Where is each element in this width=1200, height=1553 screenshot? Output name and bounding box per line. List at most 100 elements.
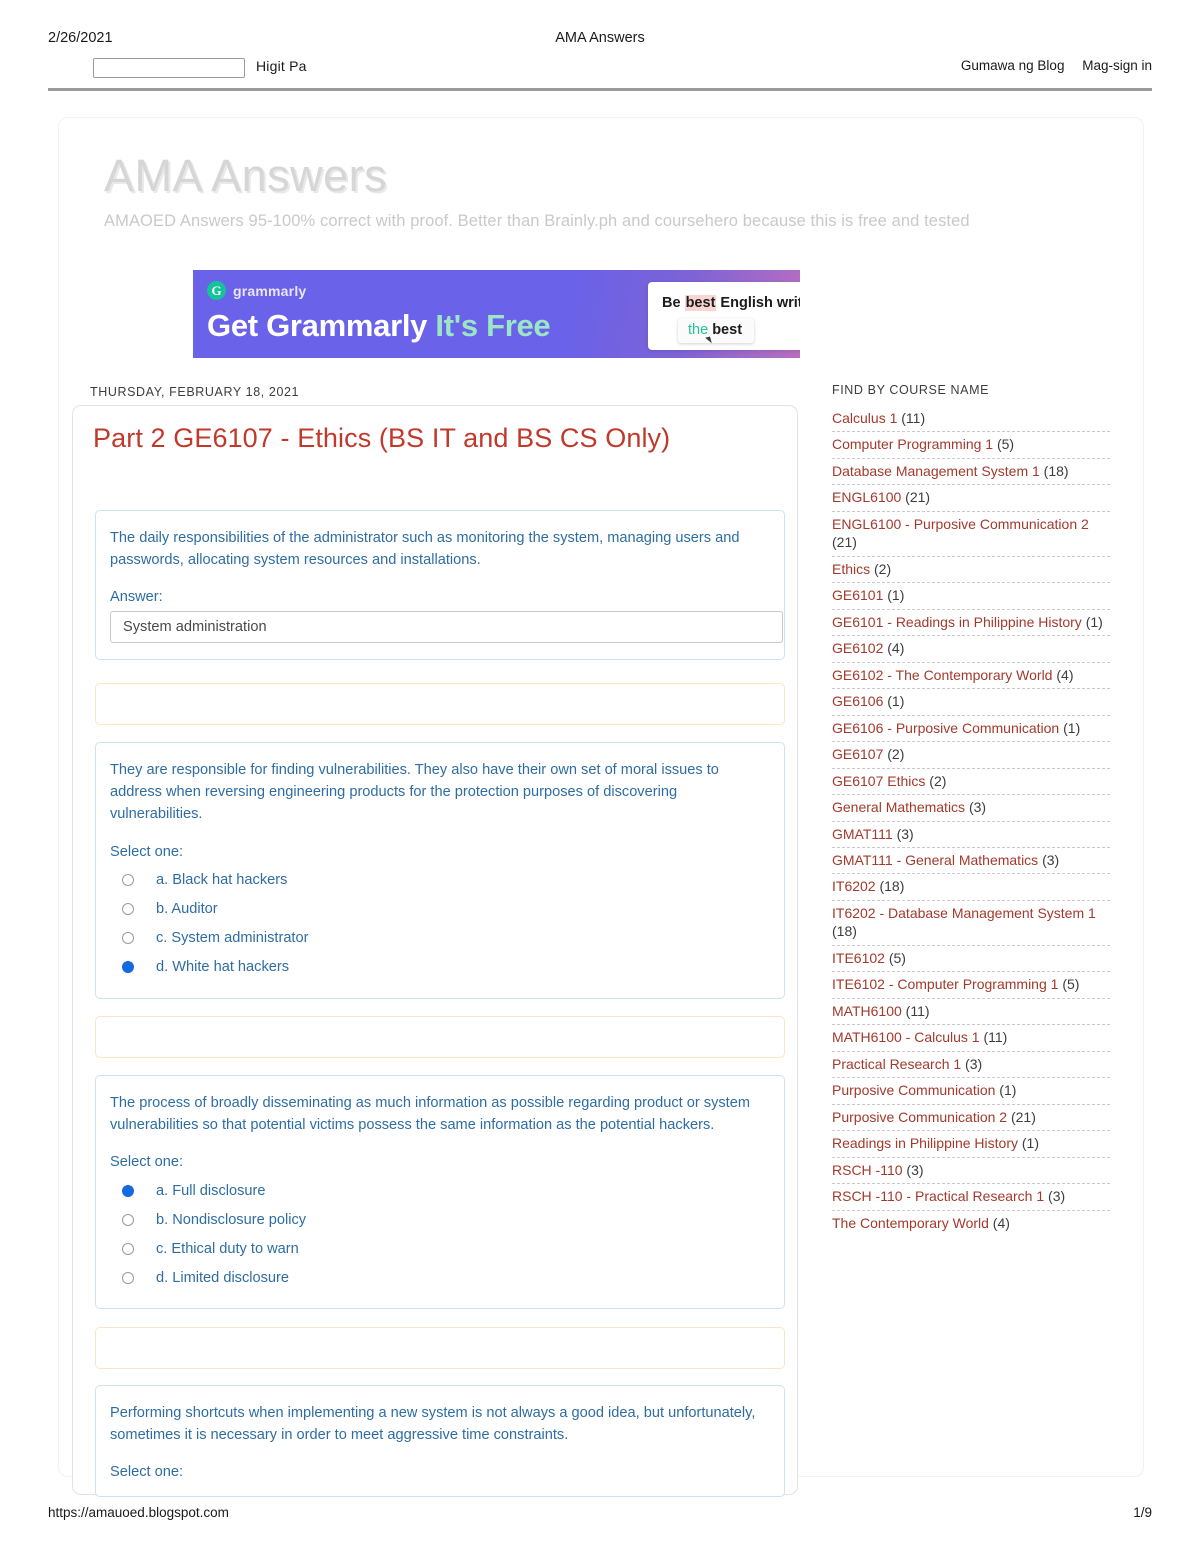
radio-icon[interactable]: [122, 1213, 134, 1226]
option-row[interactable]: c. Ethical duty to warn: [110, 1234, 770, 1263]
sidebar-course-item[interactable]: GE6106 (1): [832, 689, 1110, 716]
post-title[interactable]: Part 2 GE6107 - Ethics (BS IT and BS CS …: [93, 423, 670, 454]
radio-icon[interactable]: [122, 1271, 134, 1284]
sidebar-course-count: (2): [883, 746, 905, 763]
sidebar-course-item[interactable]: Practical Research 1 (3): [832, 1052, 1110, 1079]
sidebar-course-label[interactable]: Purposive Communication 2: [832, 1109, 1007, 1125]
radio-icon[interactable]: [122, 903, 134, 916]
sidebar-course-item[interactable]: MATH6100 - Calculus 1 (11): [832, 1025, 1110, 1052]
radio-icon[interactable]: [122, 1242, 134, 1255]
sidebar-course-list: Calculus 1 (11) Computer Programming 1 (5…: [832, 406, 1110, 1236]
radio-icon[interactable]: [122, 874, 134, 887]
sidebar-course-item[interactable]: Computer Programming 1 (5): [832, 432, 1110, 459]
select-one-label: Select one:: [110, 1154, 184, 1171]
footer-url: https://amauoed.blogspot.com: [48, 1505, 229, 1520]
sidebar-course-item[interactable]: Ethics (2): [832, 557, 1110, 584]
sidebar-course-count: (4): [883, 640, 905, 657]
sidebar-course-label[interactable]: GE6102 - The Contemporary World: [832, 667, 1052, 683]
create-blog-link[interactable]: Gumawa ng Blog: [961, 58, 1065, 73]
search-input[interactable]: [93, 58, 245, 78]
sidebar-course-item[interactable]: GE6101 (1): [832, 583, 1110, 610]
sidebar-course-label[interactable]: GE6107: [832, 746, 883, 762]
option-row[interactable]: a. Black hat hackers: [110, 866, 770, 895]
sidebar-course-label[interactable]: Practical Research 1: [832, 1056, 961, 1072]
sidebar-course-label[interactable]: MATH6100 - Calculus 1: [832, 1029, 980, 1045]
sidebar-course-label[interactable]: ENGL6100: [832, 489, 901, 505]
sidebar-course-item[interactable]: GMAT111 (3): [832, 822, 1110, 848]
sidebar-course-item[interactable]: GE6102 (4): [832, 636, 1110, 663]
option-row[interactable]: d. Limited disclosure: [110, 1263, 770, 1292]
sidebar-course-label[interactable]: ITE6102 - Computer Programming 1: [832, 976, 1058, 992]
sidebar-course-item[interactable]: IT6202 - Database Management System 1 (1…: [832, 901, 1110, 946]
sidebar-course-count: (3): [902, 1161, 924, 1178]
sidebar-course-item[interactable]: GE6107 Ethics (2): [832, 769, 1110, 796]
option-row[interactable]: b. Nondisclosure policy: [110, 1205, 770, 1234]
sidebar-course-count: (3): [1044, 1188, 1066, 1205]
sidebar-course-label[interactable]: ENGL6100 - Purposive Communication 2: [832, 516, 1089, 532]
grammarly-brand-text: grammarly: [233, 282, 307, 299]
sidebar-course-item[interactable]: MATH6100 (11): [832, 999, 1110, 1026]
radio-icon[interactable]: [122, 1184, 134, 1197]
sidebar-course-item[interactable]: Purposive Communication (1): [832, 1078, 1110, 1105]
sidebar-course-label[interactable]: IT6202: [832, 878, 876, 894]
sidebar-course-item[interactable]: IT6202 (18): [832, 874, 1110, 901]
sidebar-course-item[interactable]: The Contemporary World (4): [832, 1211, 1110, 1236]
sidebar-course-item[interactable]: ENGL6100 - Purposive Communication 2 (21…: [832, 512, 1110, 557]
sidebar-course-label[interactable]: GE6107 Ethics: [832, 773, 925, 789]
sidebar-course-label[interactable]: RSCH -110: [832, 1162, 903, 1178]
sidebar-course-item[interactable]: ITE6102 (5): [832, 946, 1110, 973]
sidebar-course-label[interactable]: MATH6100: [832, 1003, 902, 1019]
sidebar-course-label[interactable]: IT6202 - Database Management System 1: [832, 905, 1096, 921]
sidebar-course-label[interactable]: The Contemporary World: [832, 1215, 989, 1231]
sidebar-course-label[interactable]: GE6101: [832, 587, 883, 603]
sidebar-course-label[interactable]: Purposive Communication: [832, 1082, 995, 1098]
sidebar-course-label[interactable]: GE6106 - Purposive Communication: [832, 720, 1059, 736]
sign-in-link[interactable]: Mag-sign in: [1082, 58, 1152, 73]
sidebar-course-count: (18): [1039, 462, 1069, 479]
sidebar-course-item[interactable]: Purposive Communication 2 (21): [832, 1105, 1110, 1132]
sidebar-course-item[interactable]: General Mathematics (3): [832, 795, 1110, 822]
sidebar-course-item[interactable]: RSCH -110 - Practical Research 1 (3): [832, 1184, 1110, 1211]
ad-demo-pre: Be: [662, 295, 685, 311]
sidebar-course-label[interactable]: GMAT111: [832, 826, 893, 842]
option-label: c. Ethical duty to warn: [156, 1240, 299, 1257]
radio-icon[interactable]: [122, 932, 134, 945]
sidebar-course-label[interactable]: Computer Programming 1: [832, 436, 993, 452]
sidebar-course-item[interactable]: GE6106 - Purposive Communication (1): [832, 716, 1110, 743]
sidebar-course-label[interactable]: RSCH -110 - Practical Research 1: [832, 1188, 1044, 1204]
blog-title: AMA Answers: [104, 150, 388, 201]
sidebar-course-count: (18): [832, 923, 857, 940]
sidebar-course-label[interactable]: Calculus 1: [832, 410, 897, 426]
option-row[interactable]: b. Auditor: [110, 895, 770, 924]
option-row[interactable]: a. Full disclosure: [110, 1176, 770, 1205]
grammarly-ad-banner[interactable]: G grammarly Get Grammarly It's Free Be b…: [193, 270, 800, 358]
blog-description: AMAOED Answers 95-100% correct with proo…: [104, 212, 970, 230]
sidebar-course-item[interactable]: GE6101 - Readings in Philippine History …: [832, 610, 1110, 637]
answer-input[interactable]: System administration: [110, 611, 783, 644]
sidebar-course-label[interactable]: GE6106: [832, 693, 883, 709]
sidebar-course-item[interactable]: Readings in Philippine History (1): [832, 1131, 1110, 1158]
sidebar-course-label[interactable]: Ethics: [832, 561, 870, 577]
question-block: Performing shortcuts when implementing a…: [95, 1385, 785, 1497]
sidebar-course-item[interactable]: GE6102 - The Contemporary World (4): [832, 663, 1110, 690]
option-row[interactable]: c. System administrator: [110, 924, 770, 953]
option-row[interactable]: d. White hat hackers: [110, 953, 770, 982]
sidebar-course-label[interactable]: ITE6102: [832, 950, 885, 966]
sidebar-course-item[interactable]: GE6107 (2): [832, 742, 1110, 769]
sidebar-course-item[interactable]: ITE6102 - Computer Programming 1 (5): [832, 972, 1110, 999]
sidebar-course-label[interactable]: GE6102: [832, 640, 883, 656]
sidebar-course-count: (3): [965, 799, 987, 816]
sidebar-course-item[interactable]: ENGL6100 (21): [832, 485, 1110, 512]
sidebar-course-label[interactable]: Readings in Philippine History: [832, 1135, 1018, 1151]
sidebar-course-item[interactable]: Calculus 1 (11): [832, 406, 1110, 433]
more-link[interactable]: Higit Pa: [256, 58, 307, 74]
radio-icon[interactable]: [122, 961, 134, 974]
sidebar-course-label[interactable]: General Mathematics: [832, 799, 965, 815]
sidebar-course-item[interactable]: GMAT111 - General Mathematics (3): [832, 848, 1110, 875]
sidebar-course-label[interactable]: GMAT111 - General Mathematics: [832, 852, 1038, 868]
sidebar-course-label[interactable]: Database Management System 1: [832, 463, 1040, 479]
sidebar-course-item[interactable]: Database Management System 1 (18): [832, 459, 1110, 486]
sidebar-course-label[interactable]: GE6101 - Readings in Philippine History: [832, 614, 1082, 630]
sidebar-course-item[interactable]: RSCH -110 (3): [832, 1158, 1110, 1185]
sidebar-course-count: (2): [870, 560, 892, 577]
